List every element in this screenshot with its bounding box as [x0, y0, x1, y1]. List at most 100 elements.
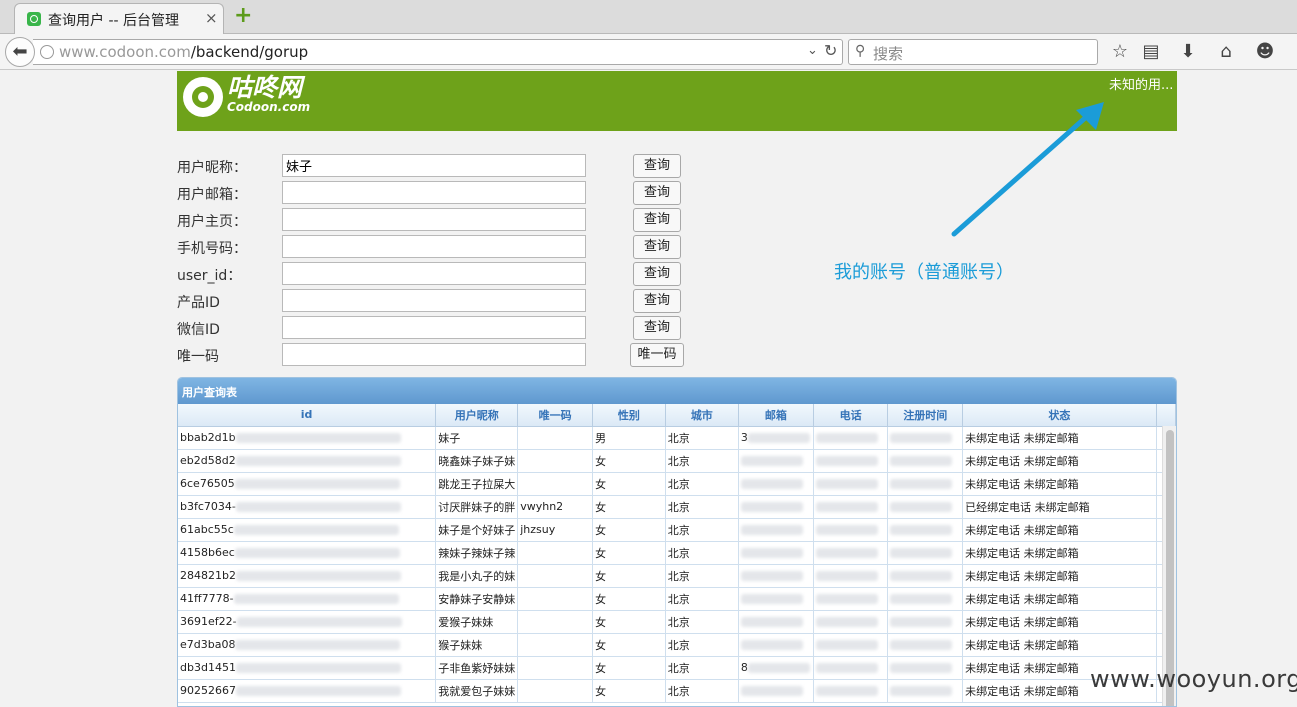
cell-nickname-text: 跳龙王子拉屎大	[438, 477, 516, 491]
redacted-blur	[815, 548, 878, 558]
reload-icon[interactable]: ↻	[824, 41, 837, 60]
cell-status: 未绑定电话 未绑定邮箱	[962, 633, 1157, 657]
col-header-phone[interactable]: 电话	[813, 404, 889, 427]
table-row[interactable]: eb2d58d2 晓鑫妹子妹子妹 女 北京 未绑定电话 未绑定邮箱	[178, 449, 1176, 473]
user-id-query-button[interactable]: 查询	[633, 262, 681, 286]
col-header-gender[interactable]: 性别	[592, 404, 666, 427]
redacted-blur	[890, 479, 953, 489]
browser-tab[interactable]: 查询用户 -- 后台管理 ×	[14, 3, 224, 34]
cell-register-time	[887, 633, 964, 657]
table-row[interactable]: 284821b2 我是小丸子的妹 女 北京 未绑定电话 未绑定邮箱	[178, 564, 1176, 588]
phone-query-button[interactable]: 查询	[633, 235, 681, 259]
cell-city: 北京	[665, 564, 739, 588]
cell-register-time	[887, 656, 964, 680]
reading-list-icon[interactable]: ▤	[1140, 41, 1162, 62]
cell-unique-code	[517, 610, 594, 634]
product-id-label: 产品ID	[177, 295, 220, 311]
wechat-id-input[interactable]	[282, 316, 586, 339]
download-icon[interactable]: ⬇	[1177, 41, 1199, 62]
unique-code-query-button[interactable]: 唯一码	[630, 343, 684, 367]
cell-id-text: 4158b6ec	[180, 546, 235, 559]
tab-close-icon[interactable]: ×	[205, 9, 218, 27]
cell-gender-text: 女	[595, 569, 607, 583]
url-text[interactable]: www.codoon.com/backend/gorup	[59, 43, 308, 61]
nickname-input[interactable]	[282, 154, 586, 177]
new-tab-icon[interactable]: +	[234, 3, 252, 28]
redacted-blur	[740, 479, 803, 489]
redacted-blur	[235, 502, 401, 512]
bookmark-star-icon[interactable]: ☆	[1109, 41, 1131, 62]
cell-phone	[813, 656, 889, 680]
cell-status: 未绑定电话 未绑定邮箱	[962, 518, 1157, 542]
user-id-input[interactable]	[282, 262, 586, 285]
unique-code-input[interactable]	[282, 343, 586, 366]
cell-nickname-text: 猴子妹妹	[438, 638, 483, 652]
cell-nickname: 跳龙王子拉屎大	[435, 472, 519, 496]
home-icon[interactable]: ⌂	[1215, 41, 1237, 62]
email-query-button[interactable]: 查询	[633, 181, 681, 205]
url-bar[interactable]: www.codoon.com/backend/gorup ⌄ ↻	[33, 39, 843, 65]
user-query-table-panel: 用户查询表 id 用户昵称 唯一码 性别 城市 邮箱 电话 注册时间 状态 bb…	[177, 377, 1177, 707]
chat-icon[interactable]: ☻	[1254, 41, 1276, 62]
nickname-query-button[interactable]: 查询	[633, 154, 681, 178]
cell-email	[738, 633, 814, 657]
cell-id-text: b3fc7034-	[180, 500, 236, 513]
cell-id: b3fc7034-	[178, 495, 437, 519]
search-box[interactable]: ⚲ 搜索	[848, 39, 1098, 65]
col-header-nickname[interactable]: 用户昵称	[435, 404, 519, 427]
table-row[interactable]: 4158b6ec 辣妹子辣妹子辣 女 北京 未绑定电话 未绑定邮箱	[178, 541, 1176, 565]
cell-nickname-text: 安静妹子安静妹	[438, 592, 516, 606]
cell-register-time	[887, 679, 964, 703]
cell-status-text: 未绑定电话 未绑定邮箱	[965, 454, 1079, 468]
cell-gender-text: 女	[595, 684, 607, 698]
col-header-unique-code[interactable]: 唯一码	[517, 404, 594, 427]
col-header-email[interactable]: 邮箱	[738, 404, 814, 427]
cell-nickname: 我是小丸子的妹	[435, 564, 519, 588]
table-row[interactable]: e7d3ba08 猴子妹妹 女 北京 未绑定电话 未绑定邮箱	[178, 633, 1176, 657]
table-row[interactable]: 6ce76505 跳龙王子拉屎大 女 北京 未绑定电话 未绑定邮箱	[178, 472, 1176, 496]
cell-id: bbab2d1b	[178, 426, 437, 450]
table-row[interactable]: db3d1451 子非鱼紫妤妹妹 女 北京 8 未绑定电话 未绑定邮箱	[178, 656, 1176, 680]
cell-phone	[813, 679, 889, 703]
cell-city-text: 北京	[667, 684, 690, 698]
wechat-id-query-button[interactable]: 查询	[633, 316, 681, 340]
table-row[interactable]: 61abc55c 妹子是个好妹子 jhzsuy 女 北京 未绑定电话 未绑定邮箱	[178, 518, 1176, 542]
cell-unique-code-text: vwyhn2	[520, 500, 564, 513]
logo-text[interactable]: 咕咚网	[227, 74, 302, 102]
user-id-label: user_id：	[177, 268, 242, 284]
col-header-id[interactable]: id	[178, 404, 437, 427]
cell-id-text: db3d1451	[180, 661, 236, 674]
redacted-blur	[890, 571, 953, 581]
cell-city-text: 北京	[667, 477, 690, 491]
cell-unique-code: vwyhn2	[517, 495, 594, 519]
cell-nickname: 子非鱼紫妤妹妹	[435, 656, 519, 680]
codoon-logo-icon[interactable]	[183, 77, 223, 117]
redacted-blur	[740, 686, 803, 696]
col-header-status[interactable]: 状态	[962, 404, 1157, 427]
redacted-blur	[234, 548, 400, 558]
cell-gender-text: 女	[595, 546, 607, 560]
url-dropdown-icon[interactable]: ⌄	[807, 43, 818, 58]
cell-status: 未绑定电话 未绑定邮箱	[962, 587, 1157, 611]
phone-input[interactable]	[282, 235, 586, 258]
cell-email: 3	[738, 426, 814, 450]
table-row[interactable]: 41ff7778- 安静妹子安静妹 女 北京 未绑定电话 未绑定邮箱	[178, 587, 1176, 611]
email-input[interactable]	[282, 181, 586, 204]
table-row[interactable]: 3691ef22- 爱猴子妹妹 女 北京 未绑定电话 未绑定邮箱	[178, 610, 1176, 634]
back-button[interactable]: ⬅	[5, 37, 35, 67]
cell-gender: 女	[592, 518, 666, 542]
codoon-favicon-icon	[27, 12, 41, 26]
col-header-register-time[interactable]: 注册时间	[887, 404, 964, 427]
product-id-query-button[interactable]: 查询	[633, 289, 681, 313]
cell-city: 北京	[665, 656, 739, 680]
table-row[interactable]: bbab2d1b 妹子 男 北京 3 未绑定电话 未绑定邮箱	[178, 426, 1176, 450]
cell-register-time	[887, 426, 964, 450]
col-header-city[interactable]: 城市	[665, 404, 739, 427]
cell-nickname-text: 妹子	[438, 431, 461, 445]
product-id-input[interactable]	[282, 289, 586, 312]
table-row[interactable]: 90252667 我就爱包子妹妹 女 北京 未绑定电话 未绑定邮箱	[178, 679, 1176, 703]
homepage-query-button[interactable]: 查询	[633, 208, 681, 232]
cell-status-text: 已经绑定电话 未绑定邮箱	[965, 500, 1090, 514]
homepage-input[interactable]	[282, 208, 586, 231]
table-row[interactable]: b3fc7034- 讨厌胖妹子的胖 vwyhn2 女 北京 已经绑定电话 未绑定邮箱	[178, 495, 1176, 519]
